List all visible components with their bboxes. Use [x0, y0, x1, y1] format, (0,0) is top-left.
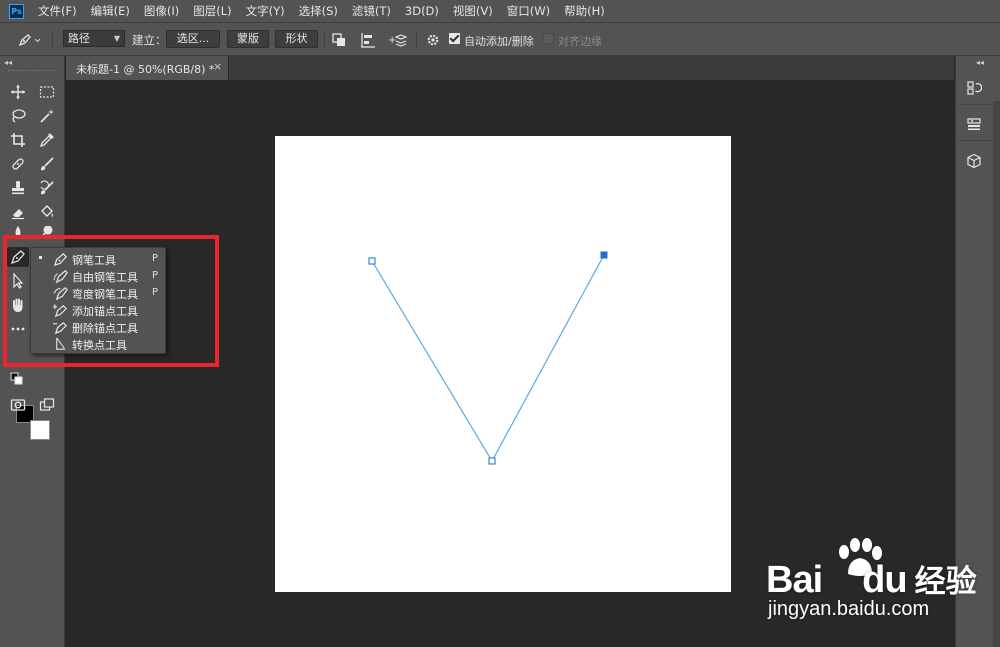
anchor-point[interactable]: [368, 257, 376, 265]
lasso-tool[interactable]: [7, 106, 29, 126]
pen-icon: [18, 34, 41, 47]
eraser-tool[interactable]: [7, 202, 29, 222]
menu-3d[interactable]: 3D(D): [405, 4, 439, 18]
eyedropper-icon: [39, 133, 54, 148]
document-tab-bar: 未标题-1 @ 50%(RGB/8) * ×: [66, 56, 954, 80]
layer-comps-icon: [967, 118, 981, 130]
separator: [959, 104, 992, 105]
screen-mode-button[interactable]: [36, 395, 58, 415]
path-operations-icon: [332, 33, 345, 46]
eyedropper-tool[interactable]: [36, 130, 58, 150]
screen-mode-icon: [39, 398, 55, 411]
make-selection-button[interactable]: 选区...: [166, 30, 220, 48]
watermark-url: jingyan.baidu.com: [768, 598, 930, 620]
watermark-brand-bai: Bai: [766, 559, 823, 601]
path-operations-button[interactable]: [331, 32, 347, 48]
align-edges-label: 对齐边缘: [558, 35, 602, 48]
menu-type[interactable]: 文字(Y): [246, 3, 285, 19]
quick-mask-button[interactable]: [7, 395, 29, 415]
watermark-suffix: 经验: [914, 564, 977, 599]
history-panel-button[interactable]: [964, 78, 984, 98]
document-tab[interactable]: 未标题-1 @ 50%(RGB/8) * ×: [66, 56, 229, 80]
make-shape-button[interactable]: 形状: [275, 30, 318, 48]
adjustments-panel-button[interactable]: [964, 114, 984, 134]
photoshop-window: Ps 文件(F) 编辑(E) 图像(I) 图层(L) 文字(Y) 选择(S) 滤…: [0, 0, 1000, 647]
svg-text:+: +: [388, 35, 396, 46]
crop-tool[interactable]: [7, 130, 29, 150]
paint-bucket-icon: [41, 205, 54, 217]
gear-icon: [427, 34, 439, 46]
menu-layer[interactable]: 图层(L): [193, 3, 231, 19]
close-icon[interactable]: ×: [213, 60, 222, 73]
separator: [324, 30, 325, 50]
collapse-arrows-icon[interactable]: ◂◂: [4, 58, 12, 67]
separator: [416, 30, 417, 50]
path-arrangement-icon: +: [388, 34, 408, 47]
menu-image[interactable]: 图像(I): [144, 3, 179, 19]
background-color-swatch[interactable]: [30, 420, 50, 440]
settings-button[interactable]: [425, 32, 441, 48]
3d-panel-button[interactable]: [964, 151, 984, 171]
menu-file[interactable]: 文件(F): [38, 3, 77, 19]
menu-help[interactable]: 帮助(H): [564, 3, 605, 19]
menubar: Ps 文件(F) 编辑(E) 图像(I) 图层(L) 文字(Y) 选择(S) 滤…: [0, 0, 1000, 22]
brush-tool[interactable]: [36, 154, 58, 174]
anchor-point-selected[interactable]: [600, 251, 608, 259]
watermark-brand-du: du: [862, 559, 907, 601]
history-brush-tool[interactable]: [36, 178, 58, 198]
eraser-icon: [12, 209, 24, 220]
move-tool[interactable]: [7, 82, 29, 102]
magic-wand-tool[interactable]: [36, 106, 58, 126]
tool-preset-picker[interactable]: [17, 32, 41, 48]
history-brush-icon: [40, 180, 54, 195]
auto-add-delete-label: 自动添加/删除: [464, 35, 534, 48]
brush-icon: [41, 157, 54, 171]
red-highlight-annotation: [3, 235, 219, 367]
auto-add-delete-checkbox[interactable]: [449, 33, 460, 44]
lasso-icon: [12, 109, 26, 123]
chevron-down-icon: ▼: [113, 34, 120, 43]
collapse-arrows-icon[interactable]: ◂◂: [976, 58, 984, 67]
default-colors-button[interactable]: [10, 372, 24, 386]
ps-logo[interactable]: Ps: [9, 3, 24, 19]
document-tab-title: 未标题-1 @ 50%(RGB/8) *: [76, 63, 215, 76]
cube-icon: [967, 153, 981, 169]
panel-scrollbar[interactable]: [993, 101, 1000, 647]
path-mode-select[interactable]: 路径 ▼: [63, 30, 125, 47]
path-mode-value: 路径: [68, 32, 90, 45]
anchor-point[interactable]: [488, 457, 496, 465]
history-icon: [967, 81, 982, 95]
path-alignment-button[interactable]: [360, 32, 376, 48]
crop-icon: [11, 133, 25, 147]
paint-bucket-tool[interactable]: [36, 202, 58, 222]
menu-edit[interactable]: 编辑(E): [91, 3, 130, 19]
healing-brush-tool[interactable]: [7, 154, 29, 174]
options-bar: 路径 ▼ 建立： 选区... 蒙版 形状 + 自动添加/删除 对齐边缘: [0, 22, 1000, 56]
marquee-icon: [39, 86, 55, 98]
menu-filter[interactable]: 滤镜(T): [352, 3, 391, 19]
default-colors-icon: [10, 372, 23, 385]
path-arrangement-button[interactable]: +: [388, 32, 408, 48]
bandage-icon: [12, 158, 24, 170]
menu-select[interactable]: 选择(S): [299, 3, 338, 19]
menu-view[interactable]: 视图(V): [453, 3, 493, 19]
separator: [959, 140, 992, 141]
marquee-tool[interactable]: [36, 82, 58, 102]
clone-stamp-tool[interactable]: [7, 178, 29, 198]
menu-window[interactable]: 窗口(W): [507, 3, 550, 19]
path-segment: [371, 254, 605, 463]
panel-grip[interactable]: [8, 70, 58, 72]
make-mask-button[interactable]: 蒙版: [227, 30, 269, 48]
align-edges-checkbox[interactable]: [543, 33, 554, 44]
quick-mask-icon: [10, 399, 26, 411]
path-alignment-icon: [361, 33, 375, 48]
separator: [52, 30, 53, 50]
make-label: 建立：: [132, 33, 167, 47]
stamp-icon: [12, 181, 24, 195]
baidu-jingyan-watermark: Bai du 经验 jingyan.baidu.com: [762, 538, 977, 628]
move-icon: [11, 85, 25, 99]
watermark-brand: Bai du 经验: [766, 556, 977, 602]
magic-wand-icon: [40, 109, 54, 123]
